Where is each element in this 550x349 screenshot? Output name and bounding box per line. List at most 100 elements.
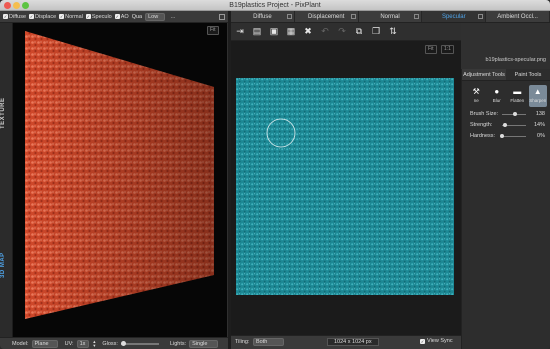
tab-adjustment-tools[interactable]: Adjustment Tools [462,69,506,81]
toggle-displace[interactable]: ✓ Displace [29,14,56,20]
undo-icon[interactable]: ↶ [319,26,331,38]
checkbox-icon: ✓ [59,14,65,19]
open-folder-icon[interactable]: ▤ [251,26,263,38]
tab-ambient-occlusion[interactable]: Ambient Occl... [486,11,550,22]
tool-label: Flatten [510,98,525,103]
brush-size-slider-knob[interactable] [513,112,518,116]
gloss-slider-knob[interactable] [120,340,126,346]
app-window: B19plastics Project - PixPlant ✓ Diffuse … [0,0,550,349]
uv-select[interactable]: 1x [76,339,90,348]
hardness-slider-knob[interactable] [500,134,504,138]
fit-button[interactable]: Fit [425,45,437,54]
tab-paint-tools[interactable]: Paint Tools [506,69,550,81]
checkbox-icon: ✓ [420,338,425,344]
3d-viewport[interactable]: Fit [13,23,227,337]
specular-texture[interactable] [236,78,454,295]
gloss-label: Gloss: [102,340,118,347]
clone-tool[interactable]: ⚒ ne [467,85,486,107]
quality-select[interactable]: Low [145,12,166,21]
tool-label: Blur [492,98,501,103]
brush-size-setting: Brush Size: 138 [462,110,550,120]
import-icon[interactable]: ⇥ [234,26,246,38]
flip-icon[interactable]: ⇅ [387,26,399,38]
dock-icon[interactable] [286,14,292,19]
save-icon[interactable]: ▣ [268,26,280,38]
checkbox-icon: ✓ [85,14,91,19]
view-sync-label: View Sync [427,338,453,344]
canvas-status-bar: Tiling: Both 1024 x 1024 px ✓ View Sync [231,335,461,349]
paste-icon[interactable]: ❐ [370,26,382,38]
model-select[interactable]: Plane [31,339,58,348]
uv-label: UV: [64,340,74,347]
save-as-icon[interactable]: ▦ [285,26,297,38]
tab-specular[interactable]: Specular [422,11,487,22]
dock-icon[interactable] [350,14,356,19]
gloss-slider[interactable] [120,340,159,346]
editor-toolbar: ⇥ ▤ ▣ ▦ ✖ ↶ ↷ ⧉ ❐ ⇅ [231,23,461,41]
strength-setting: Strength: 14% [462,121,550,131]
tab-displacement[interactable]: Displacement [295,11,359,22]
dock-icon[interactable] [414,14,420,19]
title-bar: B19plastics Project - PixPlant [0,0,550,11]
tool-panel-tabs: Adjustment Tools Paint Tools [462,69,550,81]
checkbox-icon: ✓ [3,14,8,19]
setting-value: 0% [537,133,545,139]
sharpen-icon: ▲ [533,87,542,96]
toggle-label: Displace [35,13,57,20]
setting-value: 138 [535,111,545,117]
flatten-icon: ▬ [513,87,522,96]
dock-icon[interactable] [219,13,225,20]
tab-label: Displacement [308,14,345,20]
tab-label: Specular [441,14,466,20]
checkbox-icon: ✓ [29,14,35,19]
toggle-label: Diffuse [9,13,27,20]
blur-tool[interactable]: ● Blur [488,85,507,107]
fit-button[interactable]: Fit [207,26,219,35]
copy-icon[interactable]: ⧉ [353,26,365,38]
lights-label: Lights: [169,340,187,347]
file-name: b19plastics-specular.png [485,57,546,63]
tool-label: ne [473,98,479,103]
checkbox-icon: ✓ [114,14,120,19]
dock-icon[interactable] [478,14,484,19]
texture-canvas[interactable]: Fit 1:1 [231,41,461,335]
tab-normal[interactable]: Normal [359,11,423,22]
toggle-ao[interactable]: ✓ AO [114,13,129,20]
sharpen-tool[interactable]: ▲ Sharpen [528,85,547,107]
tab-texture[interactable]: TEXTURE [0,83,13,143]
blur-drop-icon: ● [494,87,500,96]
hardness-slider[interactable] [502,136,526,137]
toggle-diffuse[interactable]: ✓ Diffuse [3,14,26,20]
toggle-label: Speculo [91,13,112,20]
tiling-label: Tiling: [235,339,250,345]
tab-label: Diffuse [253,14,272,20]
tab-3d-map[interactable]: 3D MAP [0,245,13,285]
tab-diffuse[interactable]: Diffuse [231,11,295,22]
window-title: B19plastics Project - PixPlant [229,2,321,9]
close-icon[interactable]: ✖ [302,26,314,38]
lights-select[interactable]: Single [189,339,219,348]
model-label: Model: [12,340,29,347]
tool-panel: Adjustment Tools Paint Tools ⚒ ne ● Blur ▬… [461,69,550,349]
map-tabs: Diffuse Displacement Normal Specular Amb… [231,11,550,23]
3d-plane-preview [25,31,214,319]
texture-size: 1024 x 1024 px [327,338,379,346]
tiling-select[interactable]: Both [253,338,285,346]
tab-label: Normal [380,14,400,20]
toggle-specular[interactable]: ✓ Speculo [85,13,112,20]
tab-label: Ambient Occl... [497,14,538,20]
setting-label: Hardness: [470,133,496,139]
toggle-label: AO [120,13,129,20]
flatten-tool[interactable]: ▬ Flatten [508,85,527,107]
more-options-button[interactable]: … [170,14,176,20]
strength-slider-knob[interactable] [503,123,508,127]
setting-label: Brush Size: [470,111,499,117]
view-sync-toggle[interactable]: ✓ View Sync [420,338,453,344]
3d-options-bar: Model: Plane UV: 1x ▲ ▼ Gloss: Lights: Si… [0,337,228,349]
redo-icon[interactable]: ↷ [336,26,348,38]
tool-label: Sharpen [529,98,547,103]
actual-size-button[interactable]: 1:1 [441,45,454,54]
toggle-normal[interactable]: ✓ Normal [59,14,83,20]
uv-stepper[interactable]: ▲ ▼ [92,339,96,348]
clone-icon: ⚒ [472,87,480,96]
